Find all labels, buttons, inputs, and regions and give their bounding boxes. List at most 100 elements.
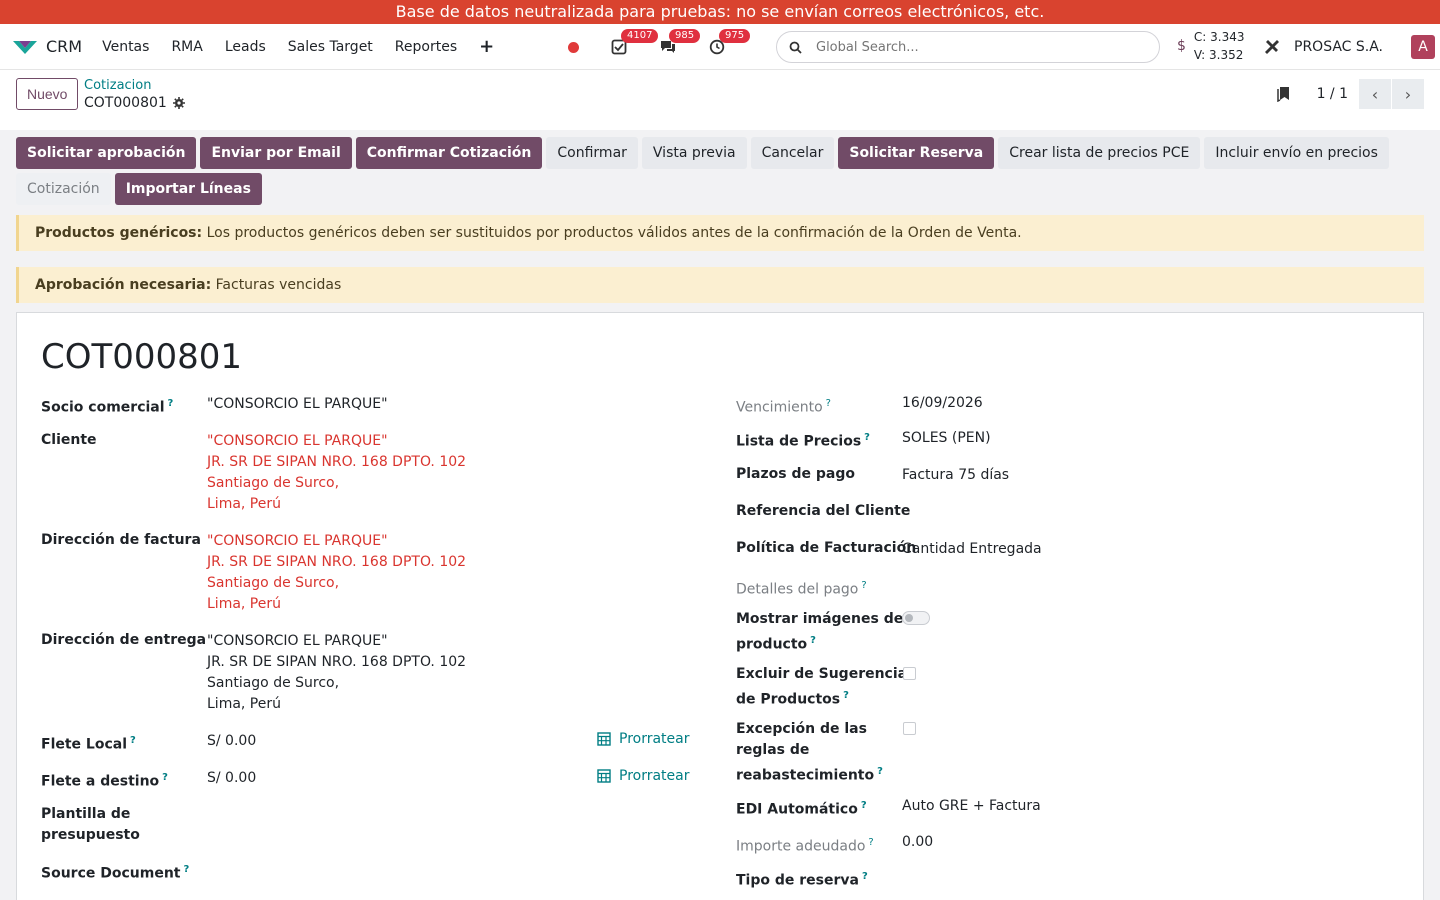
invoice-address-label: Dirección de factura bbox=[41, 532, 201, 548]
help-icon[interactable]: ? bbox=[168, 398, 174, 409]
menu-item-ventas[interactable]: Ventas bbox=[102, 39, 149, 55]
pager-previous[interactable]: ‹ bbox=[1359, 79, 1391, 109]
breadcrumb-parent[interactable]: Cotizacion bbox=[84, 78, 185, 94]
delivery-address[interactable]: "CONSORCIO EL PARQUE" JR. SR DE SIPAN NR… bbox=[207, 631, 466, 715]
global-search-input[interactable] bbox=[816, 39, 1116, 55]
status-quotation[interactable]: Cotización bbox=[16, 173, 111, 205]
record-icon[interactable] bbox=[568, 41, 579, 53]
cancel-button[interactable]: Cancelar bbox=[750, 137, 835, 169]
prorate-destination-button[interactable]: Prorratear bbox=[597, 768, 690, 784]
pricelist-label: Lista de Precios? bbox=[736, 432, 870, 450]
request-approval-button[interactable]: Solicitar aprobación bbox=[16, 137, 197, 169]
customer-address[interactable]: "CONSORCIO EL PARQUE" JR. SR DE SIPAN NR… bbox=[207, 431, 466, 515]
help-icon[interactable]: ? bbox=[862, 871, 868, 882]
help-icon[interactable]: ? bbox=[130, 735, 136, 746]
pricelist-value[interactable]: SOLES (PEN) bbox=[902, 428, 991, 449]
edi-auto-value[interactable]: Auto GRE + Factura bbox=[902, 796, 1041, 817]
pager-next[interactable]: › bbox=[1392, 79, 1424, 109]
request-reservation-button[interactable]: Solicitar Reserva bbox=[838, 137, 995, 169]
send-email-button[interactable]: Enviar por Email bbox=[200, 137, 352, 169]
global-search[interactable] bbox=[776, 31, 1160, 63]
top-navbar: CRM Ventas RMA Leads Sales Target Report… bbox=[0, 24, 1440, 70]
chevron-left-icon: ‹ bbox=[1371, 84, 1379, 104]
main-menu: Ventas RMA Leads Sales Target Reportes + bbox=[102, 36, 494, 57]
activities-badge: 4107 bbox=[621, 29, 659, 43]
address-line: "CONSORCIO EL PARQUE" bbox=[207, 533, 388, 549]
address-line: Lima, Perú bbox=[207, 596, 281, 612]
help-icon[interactable]: ? bbox=[861, 800, 867, 811]
help-icon[interactable]: ? bbox=[868, 837, 873, 848]
payment-details-label: Detalles del pago? bbox=[736, 580, 867, 598]
new-button[interactable]: Nuevo bbox=[16, 78, 79, 110]
confirm-quotation-button[interactable]: Confirmar Cotización bbox=[355, 137, 543, 169]
address-line: Lima, Perú bbox=[207, 696, 281, 712]
form-sheet: COT000801 Socio comercial? "CONSORCIO EL… bbox=[16, 312, 1424, 900]
messages-systray[interactable]: 985 bbox=[659, 29, 701, 55]
menu-item-leads[interactable]: Leads bbox=[225, 39, 266, 55]
replenishment-exception-checkbox[interactable] bbox=[903, 722, 916, 735]
address-line: JR. SR DE SIPAN NRO. 168 DPTO. 102 bbox=[207, 454, 467, 470]
rate-buy: C: 3.343 bbox=[1193, 30, 1245, 44]
bookmarks-icon[interactable] bbox=[1276, 86, 1291, 102]
status-bar-actions: Solicitar aprobación Enviar por Email Co… bbox=[16, 137, 1424, 205]
due-date-value[interactable]: 16/09/2026 bbox=[902, 393, 983, 414]
invoicing-policy-value[interactable]: Cantidad Entregada bbox=[902, 539, 1042, 560]
address-line: Lima, Perú bbox=[207, 496, 281, 512]
company-name[interactable]: PROSAC S.A. bbox=[1294, 39, 1383, 55]
create-pce-pricelist-button[interactable]: Crear lista de precios PCE bbox=[998, 137, 1201, 169]
help-icon[interactable]: ? bbox=[162, 772, 168, 783]
prorate-label: Prorratear bbox=[619, 768, 690, 784]
help-icon[interactable]: ? bbox=[877, 766, 883, 777]
menu-item-sales-target[interactable]: Sales Target bbox=[288, 39, 373, 55]
due-date-label: Vencimiento? bbox=[736, 398, 831, 416]
preview-button[interactable]: Vista previa bbox=[641, 137, 747, 169]
invoice-address[interactable]: "CONSORCIO EL PARQUE" JR. SR DE SIPAN NR… bbox=[207, 531, 466, 615]
help-icon[interactable]: ? bbox=[810, 635, 816, 646]
payment-terms-value[interactable]: Factura 75 días bbox=[902, 465, 1009, 486]
partner-value[interactable]: "CONSORCIO EL PARQUE" bbox=[207, 394, 388, 415]
user-avatar[interactable]: A bbox=[1411, 35, 1436, 59]
import-lines-button[interactable]: Importar Líneas bbox=[114, 173, 262, 205]
app-brand[interactable]: CRM bbox=[12, 37, 82, 56]
local-freight-value[interactable]: S/ 0.00 bbox=[207, 731, 256, 752]
prorate-label: Prorratear bbox=[619, 731, 690, 747]
payment-terms-label: Plazos de pago bbox=[736, 466, 855, 482]
show-product-images-toggle[interactable] bbox=[902, 611, 930, 625]
menu-item-rma[interactable]: RMA bbox=[171, 39, 202, 55]
alert-title: Productos genéricos: bbox=[35, 225, 203, 241]
tools-icon[interactable] bbox=[1264, 39, 1280, 55]
exclude-suggestions-checkbox[interactable] bbox=[903, 667, 916, 680]
help-icon[interactable]: ? bbox=[864, 432, 870, 443]
confirm-button[interactable]: Confirmar bbox=[546, 137, 638, 169]
document-title: COT000801 bbox=[41, 337, 243, 377]
timers-systray[interactable]: 975 bbox=[709, 29, 751, 55]
exclude-suggestions-label: Excluir de Sugerencias de Productos? bbox=[736, 666, 916, 708]
menu-item-reportes[interactable]: Reportes bbox=[395, 39, 457, 55]
generic-products-alert: Productos genéricos: Los productos genér… bbox=[16, 215, 1424, 251]
breadcrumb: Cotizacion COT000801 bbox=[84, 78, 185, 112]
rate-sell: V: 3.352 bbox=[1193, 48, 1244, 62]
partner-label: Socio comercial? bbox=[41, 398, 174, 416]
alert-text: Los productos genéricos deben ser sustit… bbox=[202, 225, 1022, 241]
customer-reference-label: Referencia del Cliente bbox=[736, 503, 911, 519]
gear-icon[interactable] bbox=[172, 97, 185, 109]
activities-systray[interactable]: 4107 bbox=[611, 29, 659, 55]
destination-freight-value[interactable]: S/ 0.00 bbox=[207, 768, 256, 789]
help-icon[interactable]: ? bbox=[861, 580, 866, 591]
pager-value[interactable]: 1 / 1 bbox=[1317, 86, 1348, 102]
delivery-address-label: Dirección de entrega bbox=[41, 632, 207, 648]
address-line: Santiago de Surco, bbox=[207, 675, 340, 691]
quotation-template-label: Plantilla de presupuesto bbox=[41, 806, 140, 843]
help-icon[interactable]: ? bbox=[184, 864, 190, 875]
customer-label: Cliente bbox=[41, 432, 97, 448]
exchange-rates[interactable]: $ C: 3.343 V: 3.352 bbox=[1177, 28, 1245, 64]
plus-icon[interactable]: + bbox=[479, 36, 494, 57]
address-line: "CONSORCIO EL PARQUE" bbox=[207, 433, 388, 449]
help-icon[interactable]: ? bbox=[826, 398, 831, 409]
dollar-icon: $ bbox=[1177, 38, 1186, 54]
messages-badge: 985 bbox=[669, 29, 701, 43]
include-shipping-button[interactable]: Incluir envío en precios bbox=[1204, 137, 1389, 169]
prorate-local-button[interactable]: Prorratear bbox=[597, 731, 690, 747]
help-icon[interactable]: ? bbox=[843, 690, 849, 701]
invoicing-policy-label: Política de Facturación bbox=[736, 540, 917, 556]
